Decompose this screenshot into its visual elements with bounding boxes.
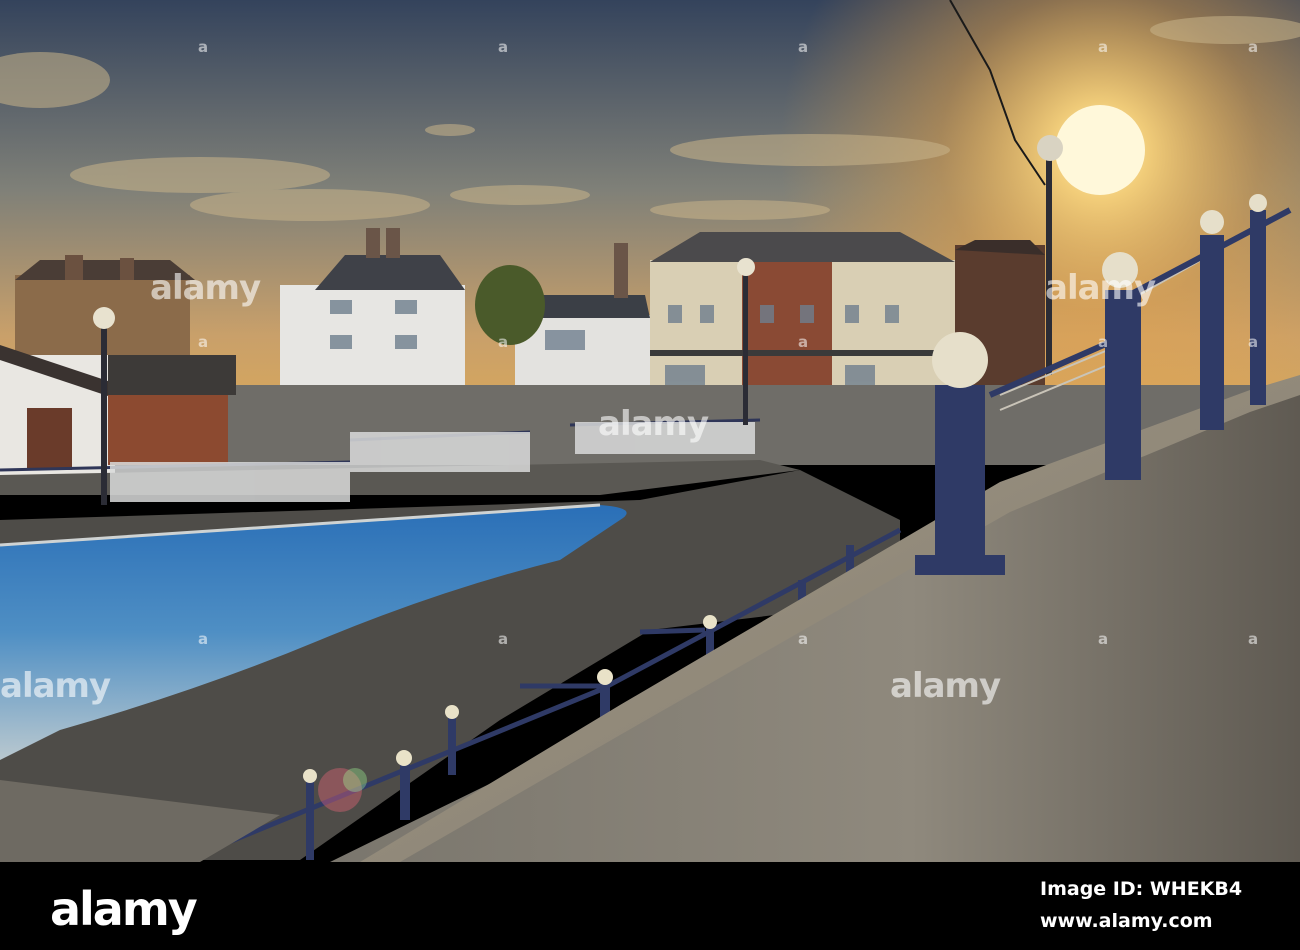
stock-footer: alamy Image ID: WHEKB4 www.alamy.com	[0, 862, 1300, 950]
scene-illustration	[0, 0, 1300, 862]
seaside-sunset-photo	[0, 0, 1300, 862]
brand-logo: alamy	[50, 882, 198, 936]
image-id: Image ID: WHEKB4	[1040, 878, 1243, 900]
site-url: www.alamy.com	[1040, 910, 1213, 932]
sun	[1055, 105, 1145, 195]
post-ball-finial	[932, 332, 988, 388]
photo-frame: alamy alamy alamy alamy alamy aaaaaaaaaa…	[0, 0, 1300, 950]
